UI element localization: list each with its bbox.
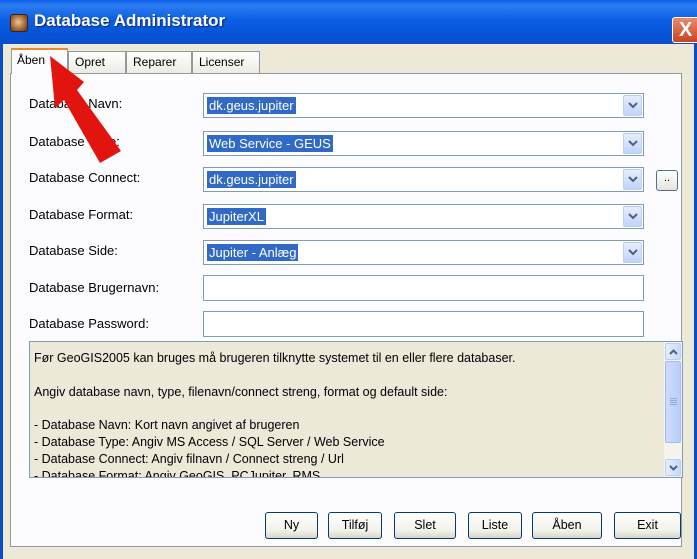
close-icon: X xyxy=(679,19,693,41)
window-title: Database Administrator xyxy=(34,11,226,30)
database-side-combo[interactable]: Jupiter - Anlæg xyxy=(203,240,644,265)
database-username-input[interactable] xyxy=(203,275,644,301)
scroll-down-button[interactable] xyxy=(665,459,681,476)
tab-label: Reparer xyxy=(133,55,177,69)
database-connect-value: dk.geus.jupiter xyxy=(207,171,296,188)
chevron-down-icon[interactable] xyxy=(623,133,642,154)
tab-label: Opret xyxy=(75,55,106,69)
database-name-value: dk.geus.jupiter xyxy=(207,97,296,114)
info-line: - Database Navn: Kort navn angivet af br… xyxy=(34,418,300,432)
database-side-label: Database Side: xyxy=(29,243,118,258)
slet-button[interactable]: Slet xyxy=(394,512,456,539)
info-line: - Database Format: Angiv GeoGIS, PCJupit… xyxy=(34,469,335,478)
database-type-combo[interactable]: Web Service - GEUS xyxy=(203,131,644,156)
database-type-value: Web Service - GEUS xyxy=(207,135,333,152)
database-app-icon xyxy=(10,14,28,32)
aaben-button[interactable]: Åben xyxy=(532,512,602,539)
database-name-label: Database Navn: xyxy=(29,96,123,111)
close-button[interactable]: X xyxy=(672,17,697,43)
exit-button[interactable]: Exit xyxy=(614,512,681,539)
window-frame-left xyxy=(0,44,3,559)
scroll-thumb[interactable] xyxy=(665,361,681,443)
database-username-label: Database Brugernavn: xyxy=(29,280,160,295)
tilfoj-button[interactable]: Tilføj xyxy=(328,512,382,539)
scroll-up-button[interactable] xyxy=(665,343,681,360)
chevron-down-icon[interactable] xyxy=(623,206,642,227)
database-connect-label: Database Connect: xyxy=(29,170,141,185)
info-textbox[interactable]: Før GeoGIS2005 kan bruges må brugeren ti… xyxy=(29,341,683,478)
tab-opret[interactable]: Opret xyxy=(68,51,126,73)
tab-aaben[interactable]: Åben xyxy=(11,48,68,74)
ny-button[interactable]: Ny xyxy=(265,512,318,539)
title-bar: Database Administrator X xyxy=(0,0,697,44)
info-line: Angiv database navn, type, filenavn/conn… xyxy=(34,385,448,399)
database-format-value: JupiterXL xyxy=(207,208,266,225)
tab-label: Åben xyxy=(17,53,46,67)
info-line: - Database Connect: Angiv filnavn / Conn… xyxy=(34,452,344,466)
database-password-label: Database Password: xyxy=(29,316,149,331)
tab-label: Licenser xyxy=(199,55,245,69)
database-password-input[interactable] xyxy=(203,311,644,337)
browse-button[interactable]: .. xyxy=(656,170,678,191)
chevron-down-icon[interactable] xyxy=(623,169,642,190)
chevron-down-icon[interactable] xyxy=(623,242,642,263)
database-format-label: Database Format: xyxy=(29,207,134,222)
info-line: - Database Type: Angiv MS Access / SQL S… xyxy=(34,435,385,449)
tab-licenser[interactable]: Licenser xyxy=(192,51,260,73)
database-connect-combo[interactable]: dk.geus.jupiter xyxy=(203,167,644,192)
database-side-value: Jupiter - Anlæg xyxy=(207,244,299,261)
database-format-combo[interactable]: JupiterXL xyxy=(203,204,644,229)
info-line: Før GeoGIS2005 kan bruges må brugeren ti… xyxy=(34,351,516,365)
chevron-down-icon[interactable] xyxy=(623,95,642,116)
database-type-label: Database Type: xyxy=(29,134,120,149)
vertical-scrollbar[interactable] xyxy=(664,342,682,477)
tab-reparer[interactable]: Reparer xyxy=(126,51,192,73)
liste-button[interactable]: Liste xyxy=(468,512,522,539)
database-name-combo[interactable]: dk.geus.jupiter xyxy=(203,93,644,118)
